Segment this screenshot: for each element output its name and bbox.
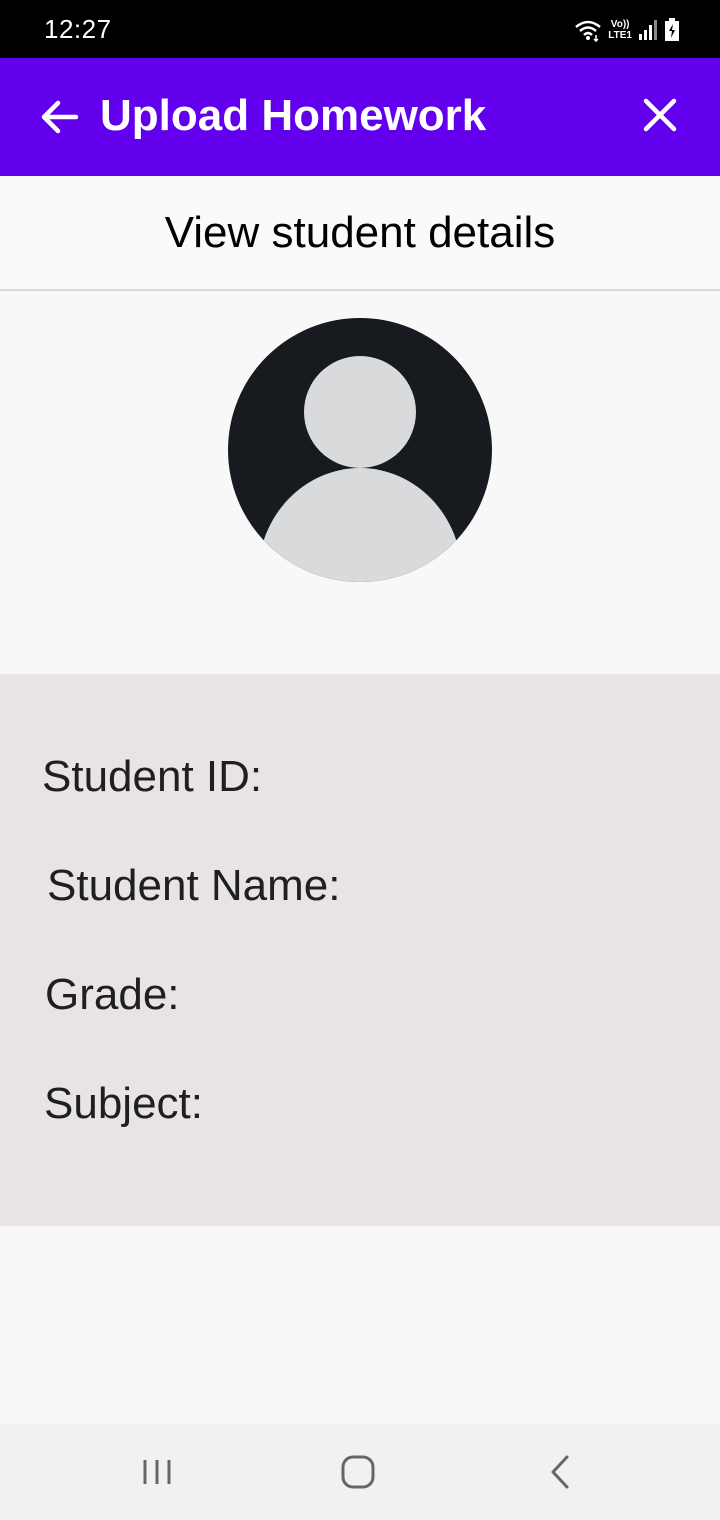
- student-details-panel: Student ID: Student Name: Grade: Subject…: [0, 674, 720, 1226]
- wifi-icon: [575, 20, 602, 42]
- recent-apps-icon: [143, 1460, 171, 1484]
- home-button[interactable]: [338, 1452, 378, 1492]
- avatar: [228, 318, 492, 582]
- student-id-label: Student ID:: [42, 752, 263, 801]
- system-nav-bar: [0, 1424, 720, 1520]
- page-title: Upload Homework: [100, 91, 487, 140]
- recent-apps-button[interactable]: [137, 1452, 177, 1492]
- app-bar: Upload Homework: [0, 58, 720, 176]
- close-icon: [643, 98, 677, 132]
- back-button[interactable]: [38, 95, 82, 139]
- nav-back-button[interactable]: [540, 1452, 580, 1492]
- status-icons: Vo)) LTE1: [574, 16, 680, 44]
- close-button[interactable]: [640, 95, 680, 135]
- section-title: View student details: [164, 207, 556, 257]
- battery-icon: [665, 18, 679, 41]
- volte-lte-icon: Vo)) LTE1: [608, 19, 632, 41]
- arrow-left-icon: [41, 100, 79, 134]
- user-avatar-icon: [228, 318, 492, 582]
- subject-label: Subject:: [44, 1079, 203, 1128]
- grade-label: Grade:: [45, 970, 180, 1019]
- signal-icon: [639, 20, 657, 40]
- status-bar: 12:27 Vo)) LTE1: [0, 0, 720, 58]
- student-name-label: Student Name:: [47, 861, 341, 910]
- back-icon: [551, 1455, 569, 1489]
- subheader: View student details: [0, 176, 720, 291]
- home-icon: [341, 1455, 375, 1489]
- status-time: 12:27: [44, 14, 112, 44]
